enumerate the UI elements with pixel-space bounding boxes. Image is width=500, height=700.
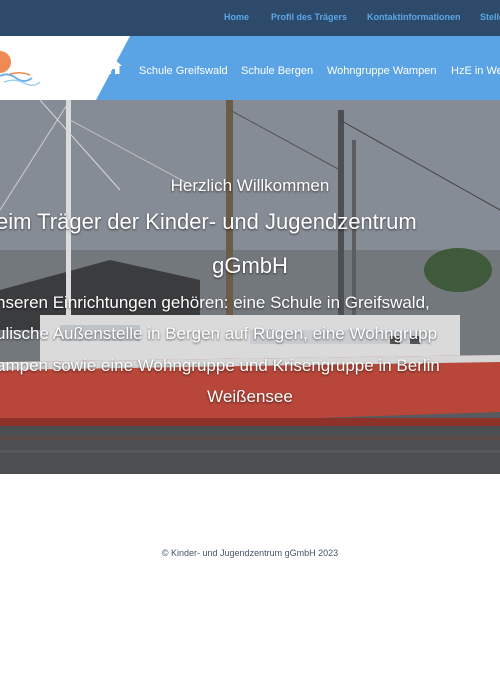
topbar-link-profil[interactable]: Profil des Trägers (271, 12, 347, 22)
hero-greeting: Herzlich Willkommen (170, 176, 330, 195)
hero-text-line1: nseren Einrichtungen gehören: eine Schul… (0, 293, 430, 312)
page: Home Profil des Trägers Kontaktinformati… (0, 0, 500, 700)
footer-copyright: © Kinder- und Jugendzentrum gGmbH 2023 (161, 548, 339, 558)
hero-banner: Herzlich Willkommen eim Träger der Kinde… (0, 100, 500, 474)
hero-text-line3: ampen sowie eine Wohngruppe und Krisengr… (0, 356, 440, 375)
logo[interactable] (0, 36, 150, 100)
top-bar: Home Profil des Trägers Kontaktinformati… (0, 0, 500, 36)
nav-item-hze[interactable]: HzE in Wei (451, 65, 500, 77)
nav-item-schule-greifswald[interactable]: Schule Greifswald (139, 65, 228, 77)
topbar-link-stellen[interactable]: Stelle (480, 12, 500, 22)
nav-item-wohngruppe-wampen[interactable]: Wohngruppe Wampen (327, 65, 436, 77)
hero-text: Herzlich Willkommen eim Träger der Kinde… (0, 100, 500, 474)
topbar-link-home[interactable]: Home (224, 12, 249, 22)
hero-text-line2: ulische Außenstelle in Bergen auf Rügen,… (0, 324, 438, 343)
hero-heading-line2: gGmbH (212, 253, 288, 278)
topbar-link-kontakt[interactable]: Kontaktinformationen (367, 12, 461, 22)
hero-text-line4: Weißensee (207, 387, 293, 406)
hero-heading-line1: eim Träger der Kinder- und Jugendzentrum (0, 209, 417, 234)
main-nav: Schule Greifswald Schule Bergen Wohngrup… (0, 36, 500, 100)
nav-item-schule-bergen[interactable]: Schule Bergen (241, 65, 313, 77)
home-icon[interactable] (103, 57, 123, 75)
